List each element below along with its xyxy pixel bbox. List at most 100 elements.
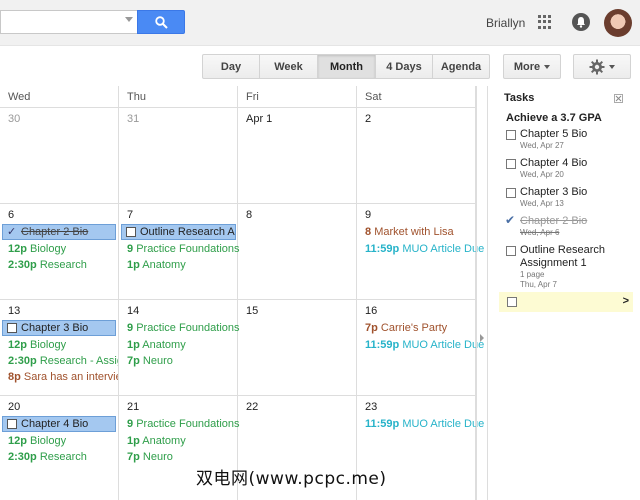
- task-due: Wed, Apr 27: [520, 141, 564, 150]
- task-chip-chapter-4-bio[interactable]: Chapter 4 Bio: [2, 416, 116, 432]
- event-biology[interactable]: 12p Biology: [8, 339, 66, 351]
- day-number[interactable]: 16: [365, 305, 377, 317]
- day-cell[interactable]: 7 Outline Research As 9 Practice Foundat…: [119, 204, 240, 299]
- day-cell[interactable]: 2: [357, 108, 476, 203]
- event-anatomy[interactable]: 1p Anatomy: [127, 259, 186, 271]
- task-chip-chapter-3-bio[interactable]: Chapter 3 Bio: [2, 320, 116, 336]
- event-title: Anatomy: [142, 339, 186, 351]
- day-number[interactable]: 22: [246, 401, 258, 413]
- event-research[interactable]: 2:30p Research: [8, 451, 87, 463]
- event-sara-interview[interactable]: 8p Sara has an interview: [8, 371, 118, 383]
- username[interactable]: Briallyn: [486, 16, 525, 30]
- task-item[interactable]: Chapter 5 Bio Wed, Apr 27: [506, 128, 626, 151]
- day-number[interactable]: 30: [8, 113, 20, 125]
- checkmark-icon[interactable]: ✔: [505, 213, 515, 227]
- task-title[interactable]: Chapter 2 Bio: [520, 215, 626, 228]
- day-cell[interactable]: 13 Chapter 3 Bio 12p Biology 2:30p Resea…: [0, 300, 119, 395]
- event-muo-article-due[interactable]: 11:59p MUO Article Due: [365, 339, 484, 351]
- day-cell[interactable]: 30: [0, 108, 119, 203]
- day-number[interactable]: 13: [8, 305, 20, 317]
- day-number[interactable]: 7: [127, 209, 133, 221]
- task-title[interactable]: Outline Research Assignment 1: [520, 244, 626, 270]
- day-cell[interactable]: 14 9 Practice Foundations 1p Anatomy 7p …: [119, 300, 240, 395]
- day-number[interactable]: 21: [127, 401, 139, 413]
- day-cell[interactable]: 6 ✓ Chapter 2 Bio 12p Biology 2:30p Rese…: [0, 204, 119, 299]
- event-muo-article-due[interactable]: 11:59p MUO Article Due: [365, 418, 484, 430]
- task-checkbox[interactable]: [507, 297, 517, 307]
- event-carries-party[interactable]: 7p Carrie's Party: [365, 322, 447, 334]
- four-days-view-button[interactable]: 4 Days: [376, 54, 433, 79]
- event-biology[interactable]: 12p Biology: [8, 243, 66, 255]
- event-practice-foundations[interactable]: 9 Practice Foundations: [127, 243, 240, 255]
- event-neuro[interactable]: 7p Neuro: [127, 451, 173, 463]
- settings-button[interactable]: [573, 54, 631, 79]
- day-cell[interactable]: 20 Chapter 4 Bio 12p Biology 2:30p Resea…: [0, 396, 119, 500]
- day-number[interactable]: 2: [365, 113, 371, 125]
- event-research[interactable]: 2:30p Research: [8, 259, 87, 271]
- search-options-chevron-down-icon[interactable]: [125, 17, 133, 22]
- agenda-view-button[interactable]: Agenda: [433, 54, 490, 79]
- task-checkbox[interactable]: [506, 246, 516, 256]
- day-number[interactable]: 20: [8, 401, 20, 413]
- new-task-row[interactable]: >: [499, 292, 633, 312]
- task-list-name[interactable]: Achieve a 3.7 GPA: [506, 112, 602, 124]
- day-cell[interactable]: 16 7p Carrie's Party 11:59p MUO Article …: [357, 300, 484, 395]
- event-research-assign[interactable]: 2:30p Research - Assign: [8, 355, 118, 367]
- task-title[interactable]: Chapter 3 Bio: [520, 186, 626, 199]
- month-view-button[interactable]: Month: [318, 54, 376, 79]
- event-market-with-lisa[interactable]: 8 Market with Lisa: [365, 226, 454, 238]
- day-number[interactable]: 31: [127, 113, 139, 125]
- task-chip-chapter-2-bio[interactable]: ✓ Chapter 2 Bio: [2, 224, 116, 240]
- day-cell[interactable]: Apr 1: [238, 108, 357, 203]
- checkbox-icon[interactable]: [7, 323, 17, 333]
- day-cell[interactable]: 15: [238, 300, 357, 395]
- task-chip-label: Chapter 2 Bio: [21, 226, 89, 238]
- checkbox-icon[interactable]: [126, 227, 136, 237]
- day-cell[interactable]: 8: [238, 204, 357, 299]
- chevron-right-icon[interactable]: >: [623, 295, 629, 307]
- day-number[interactable]: 15: [246, 305, 258, 317]
- checkbox-icon[interactable]: [7, 419, 17, 429]
- day-number[interactable]: 6: [8, 209, 14, 221]
- event-time: 7p: [365, 322, 378, 334]
- event-practice-foundations[interactable]: 9 Practice Foundations: [127, 418, 240, 430]
- search-button[interactable]: [137, 10, 185, 34]
- event-muo-article-due[interactable]: 11:59p MUO Article Due: [365, 243, 484, 255]
- event-time: 2:30p: [8, 451, 37, 463]
- day-cell[interactable]: 31: [119, 108, 238, 203]
- event-anatomy[interactable]: 1p Anatomy: [127, 339, 186, 351]
- day-number[interactable]: Apr 1: [246, 113, 272, 125]
- tasks-panel-splitter[interactable]: [476, 86, 487, 500]
- task-checkbox[interactable]: [506, 159, 516, 169]
- task-title[interactable]: Chapter 4 Bio: [520, 157, 626, 170]
- task-item[interactable]: Outline Research Assignment 1 1 page Thu…: [506, 244, 626, 290]
- chevron-right-icon[interactable]: [480, 334, 484, 342]
- event-anatomy[interactable]: 1p Anatomy: [127, 435, 186, 447]
- day-number[interactable]: 14: [127, 305, 139, 317]
- week-view-button[interactable]: Week: [260, 54, 318, 79]
- day-number[interactable]: 23: [365, 401, 377, 413]
- notifications-bell-icon[interactable]: [572, 13, 590, 31]
- day-cell[interactable]: 9 8 Market with Lisa 11:59p MUO Article …: [357, 204, 484, 299]
- task-item[interactable]: Chapter 3 Bio Wed, Apr 13: [506, 186, 626, 209]
- close-icon[interactable]: [614, 94, 623, 103]
- day-number[interactable]: 8: [246, 209, 252, 221]
- task-checkbox[interactable]: [506, 188, 516, 198]
- event-neuro[interactable]: 7p Neuro: [127, 355, 173, 367]
- day-view-button[interactable]: Day: [202, 54, 260, 79]
- avatar[interactable]: [604, 9, 632, 37]
- event-biology[interactable]: 12p Biology: [8, 435, 66, 447]
- more-button[interactable]: More: [503, 54, 561, 79]
- event-time: 11:59p: [365, 339, 400, 351]
- task-checkbox[interactable]: [506, 130, 516, 140]
- event-time: 7p: [127, 355, 140, 367]
- search-input[interactable]: [0, 10, 138, 34]
- task-title[interactable]: Chapter 5 Bio: [520, 128, 626, 141]
- task-item[interactable]: Chapter 4 Bio Wed, Apr 20: [506, 157, 626, 180]
- task-chip-outline-research[interactable]: Outline Research As: [121, 224, 236, 240]
- day-number[interactable]: 9: [365, 209, 371, 221]
- apps-grid-icon[interactable]: [538, 15, 552, 29]
- event-title: Research: [39, 259, 87, 271]
- task-item-completed[interactable]: ✔ Chapter 2 Bio Wed, Apr 6: [505, 213, 626, 238]
- event-practice-foundations[interactable]: 9 Practice Foundations: [127, 322, 240, 334]
